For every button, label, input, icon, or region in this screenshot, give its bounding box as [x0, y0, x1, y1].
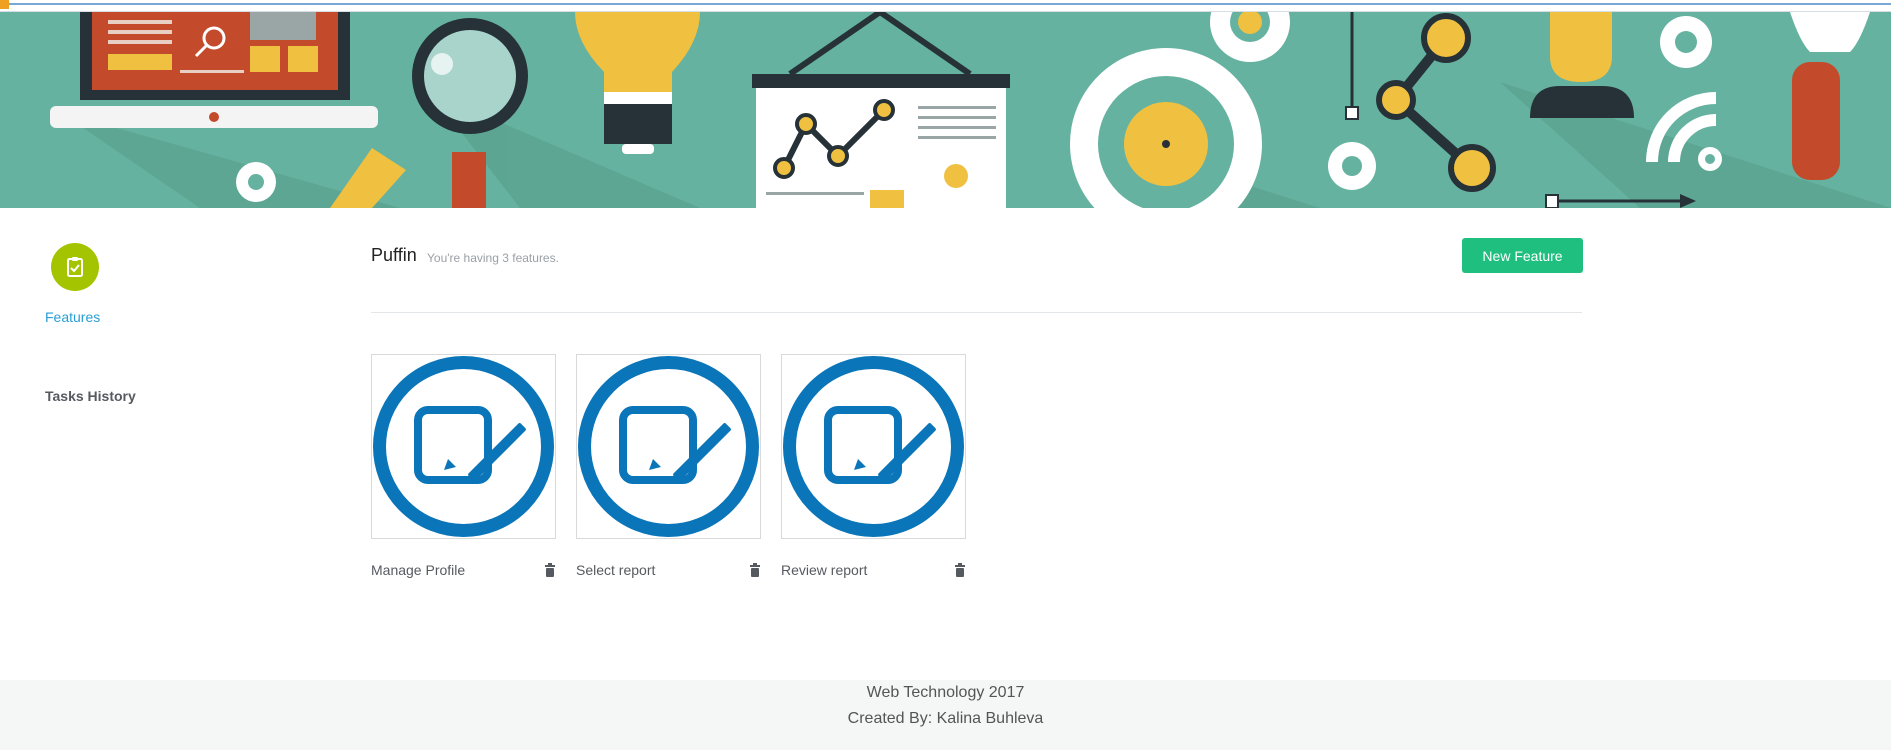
feature-thumbnail[interactable]	[371, 354, 556, 539]
sidebar: Features Tasks History	[0, 208, 300, 680]
sidebar-item-features[interactable]: Features	[45, 309, 100, 325]
browser-top-strip	[0, 0, 1891, 12]
sidebar-item-tasks-history[interactable]: Tasks History	[45, 388, 136, 404]
top-accent-line	[9, 3, 1891, 5]
orange-marker	[0, 0, 9, 9]
footer-author: Created By: Kalina Buhleva	[847, 710, 1044, 727]
edit-icon	[373, 356, 554, 537]
footer-course: Web Technology 2017	[866, 684, 1025, 701]
hero-banner	[0, 12, 1891, 208]
trash-icon[interactable]	[544, 563, 556, 577]
feature-thumbnail[interactable]	[781, 354, 966, 539]
clipboard-check-icon	[67, 257, 83, 277]
edit-icon	[578, 356, 759, 537]
feature-thumbnail[interactable]	[576, 354, 761, 539]
new-feature-button[interactable]: New Feature	[1462, 238, 1583, 273]
feature-card: Review report	[781, 354, 967, 578]
feature-name[interactable]: Manage Profile	[371, 562, 465, 578]
feature-name[interactable]: Select report	[576, 562, 655, 578]
divider	[371, 312, 1582, 313]
trash-icon[interactable]	[954, 563, 966, 577]
footer: Web Technology 2017 Created By: Kalina B…	[0, 680, 1891, 750]
feature-card: Manage Profile	[371, 354, 557, 578]
features-icon-circle[interactable]	[51, 243, 99, 291]
page-subtitle: You're having 3 features.	[427, 251, 559, 265]
edit-icon	[783, 356, 964, 537]
feature-name[interactable]: Review report	[781, 562, 867, 578]
feature-card: Select report	[576, 354, 762, 578]
trash-icon[interactable]	[749, 563, 761, 577]
page-title: Puffin	[371, 245, 417, 265]
